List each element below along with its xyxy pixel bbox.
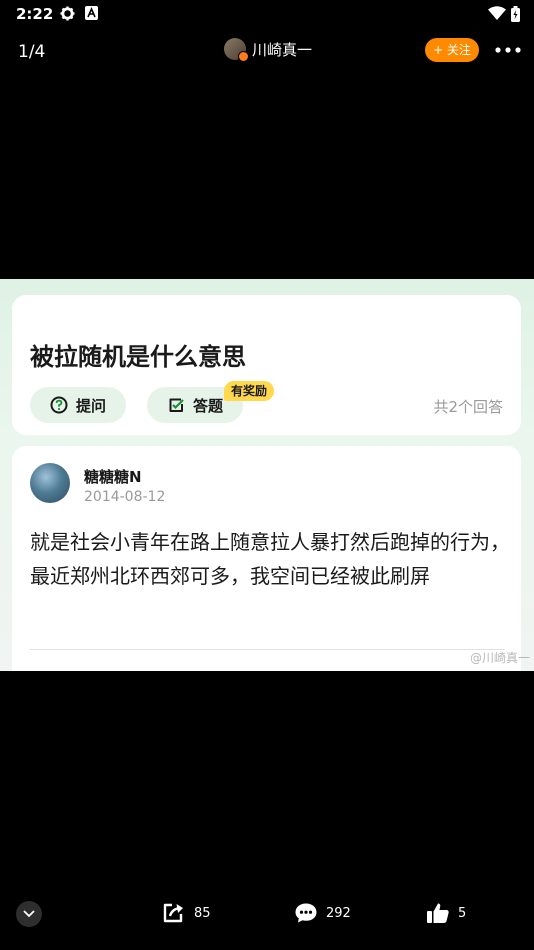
divider [30, 649, 505, 650]
answer-text: 就是社会小青年在路上随意拉人暴打然后跑掉的行为，最近郑州北环西郊可多，我空间已经… [30, 530, 510, 588]
comment-icon [295, 903, 317, 923]
ask-pill: 提问 [30, 387, 126, 423]
answer-author-name: 糖糖糖N [84, 468, 142, 486]
question-card: 被拉随机是什么意思 提问 答题 有奖励 共2个回答 [12, 295, 521, 435]
viewer-top-bar: 1/4 川崎真一 + 关注 [0, 30, 534, 74]
answer-label: 答题 [193, 396, 224, 415]
post-image[interactable]: 被拉随机是什么意思 提问 答题 有奖励 共2个回答 糖糖糖N 2014-08-1… [0, 279, 534, 671]
follow-button[interactable]: + 关注 [425, 38, 479, 62]
question-title: 被拉随机是什么意思 [30, 343, 246, 371]
gear-icon [60, 6, 75, 21]
share-button[interactable]: 85 [162, 902, 211, 924]
answer-date: 2014-08-12 [84, 489, 166, 505]
share-count: 85 [194, 905, 211, 921]
comment-count: 292 [326, 905, 351, 921]
like-button[interactable]: 5 [426, 902, 466, 924]
status-bar: 2:22 [0, 0, 534, 28]
question-icon [50, 396, 68, 414]
wifi-icon [488, 6, 506, 20]
answer-card: 糖糖糖N 2014-08-12 就是社会小青年在路上随意拉人暴打然后跑掉的行为，… [12, 446, 521, 671]
status-time: 2:22 [16, 5, 54, 23]
reward-badge: 有奖励 [224, 381, 275, 401]
author-name[interactable]: 川崎真一 [252, 39, 312, 60]
collapse-button[interactable] [16, 901, 42, 927]
answers-count: 共2个回答 [433, 398, 503, 416]
bottom-toolbar: 85 292 5 [0, 890, 534, 940]
comment-button[interactable]: 292 [294, 902, 351, 924]
more-dots-icon[interactable] [494, 42, 522, 58]
thumbs-up-icon [427, 903, 449, 923]
battery-icon [511, 6, 520, 22]
answer-author-avatar [30, 463, 70, 503]
watermark: @川崎真一 [469, 651, 530, 665]
like-count: 5 [458, 905, 467, 921]
share-icon [163, 903, 183, 923]
edit-check-icon [169, 398, 184, 412]
app-a-icon [85, 6, 98, 20]
chevron-down-icon [23, 910, 35, 918]
author-info[interactable]: 川崎真一 [224, 38, 312, 62]
image-counter: 1/4 [18, 42, 46, 62]
author-avatar[interactable] [224, 38, 249, 62]
ask-label: 提问 [76, 396, 107, 415]
